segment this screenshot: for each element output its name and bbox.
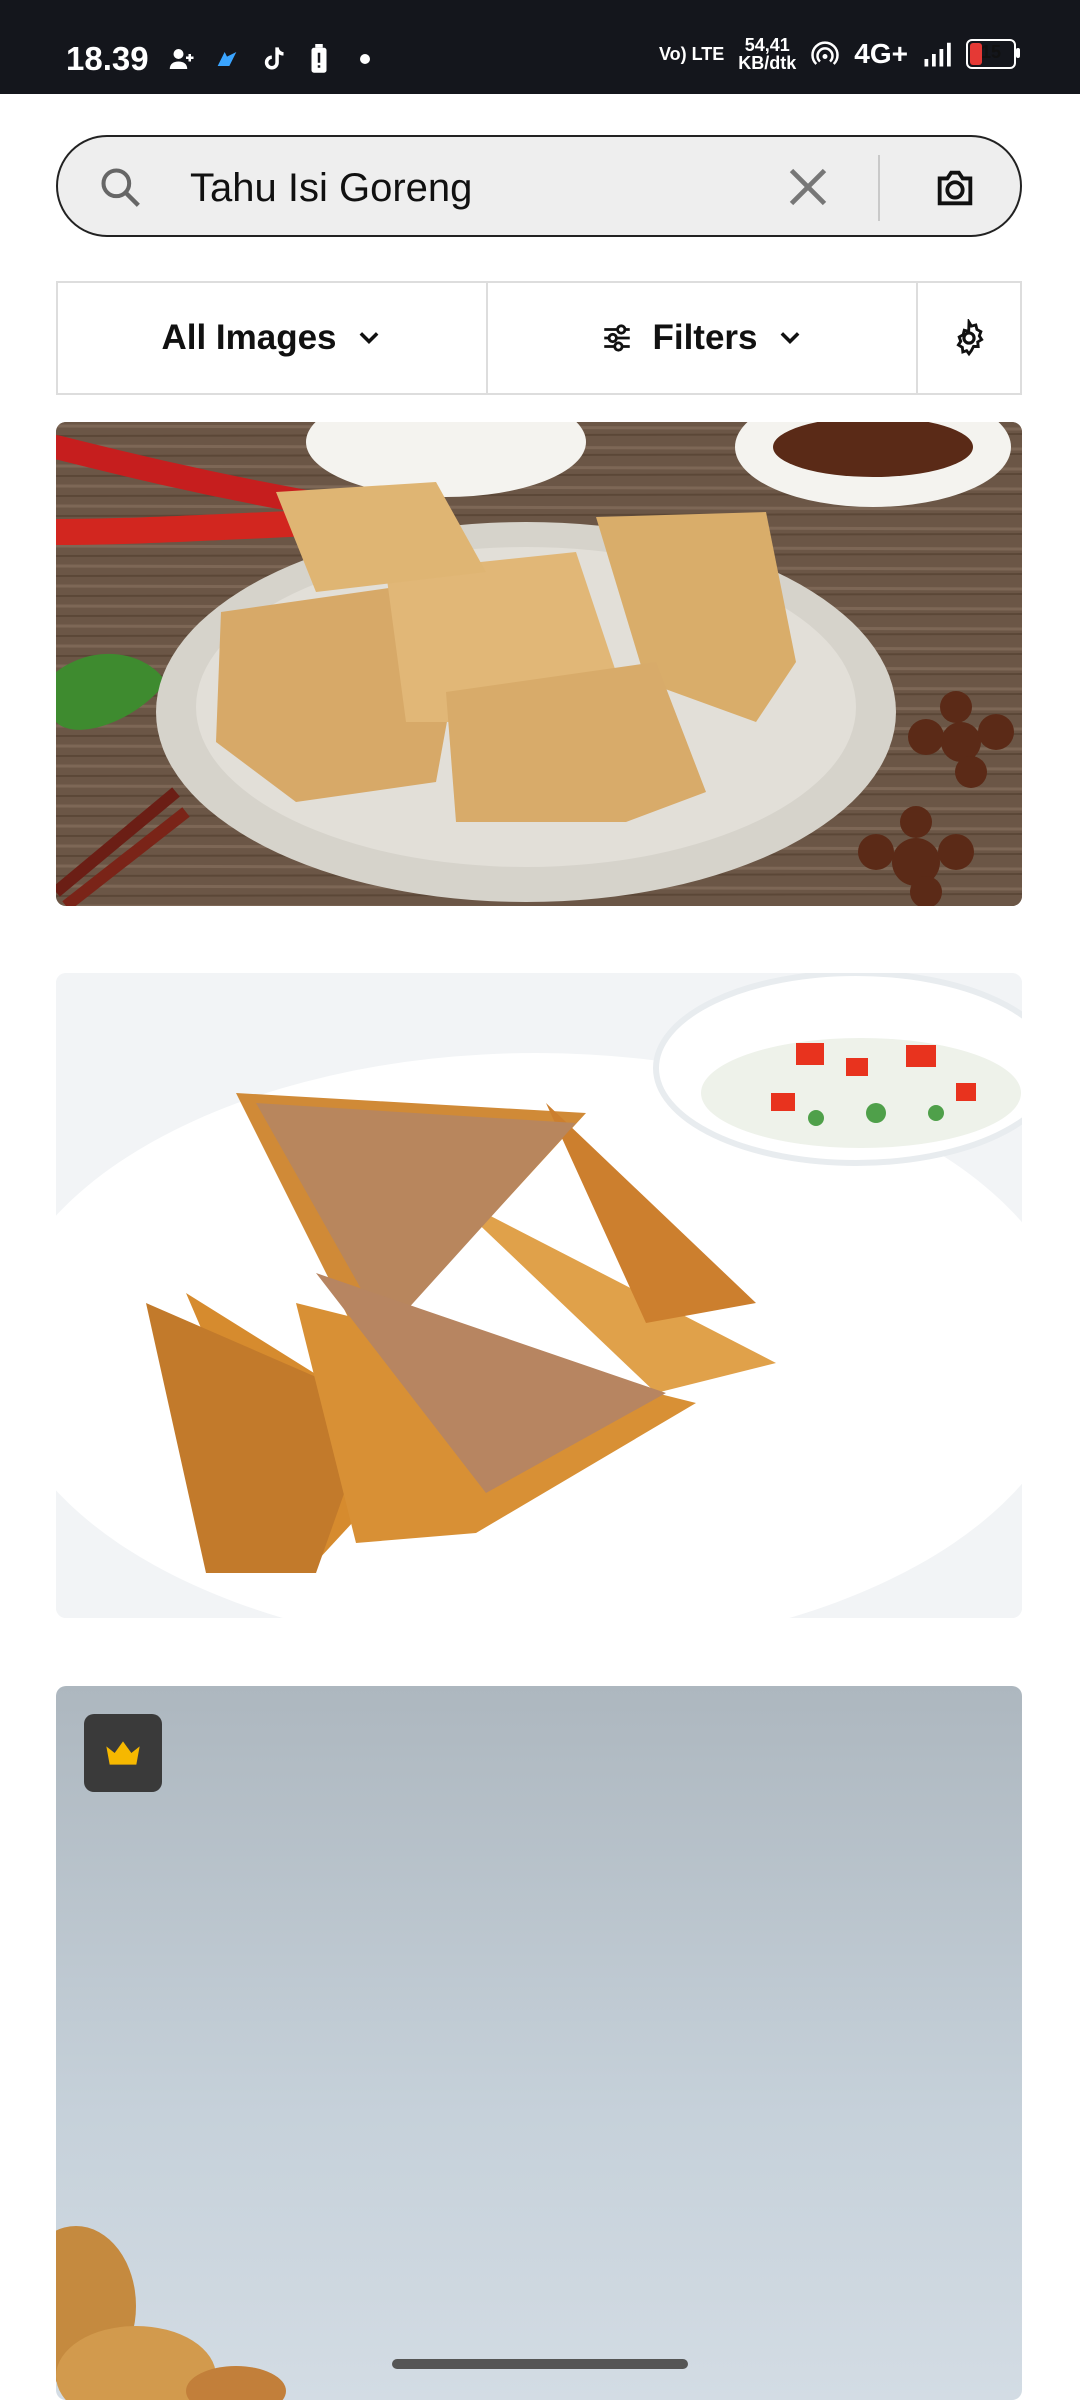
- tiktok-icon: [258, 44, 288, 74]
- app-notification-icon: [212, 44, 242, 74]
- result-image-2[interactable]: [56, 973, 1022, 1618]
- chevron-down-icon: [359, 332, 378, 344]
- home-indicator[interactable]: [392, 2359, 688, 2369]
- status-time: 18.39: [66, 40, 149, 77]
- dot-icon: [350, 44, 380, 74]
- network-type: 4G+: [854, 38, 908, 69]
- notification-icons: [166, 44, 380, 74]
- status-bar: 18.39 Vo) LTE 54,41 KB/dtk 4G+ 15: [0, 0, 1080, 94]
- filters-label: Filters: [652, 318, 758, 357]
- premium-food-photo: [56, 2226, 286, 2400]
- chevron-down-icon: [780, 332, 799, 344]
- sliders-icon: [604, 324, 631, 352]
- search-divider: [878, 155, 880, 221]
- signal-icon: [922, 39, 952, 69]
- filter-bar: All Images Filters: [56, 281, 1022, 395]
- all-images-dropdown[interactable]: All Images: [58, 283, 488, 393]
- premium-badge: [84, 1714, 162, 1792]
- crown-icon: [106, 1741, 140, 1765]
- result-image-3[interactable]: [56, 1686, 1022, 2400]
- search-bar[interactable]: [56, 135, 1022, 237]
- battery-percent: 15: [980, 42, 1002, 62]
- fried-tofu-photo: [56, 422, 1022, 906]
- all-images-label: All Images: [161, 318, 337, 357]
- system-status: Vo) LTE 54,41 KB/dtk 4G+ 15: [658, 36, 1020, 72]
- search-icon: [101, 168, 140, 207]
- gear-icon: [956, 319, 984, 357]
- close-icon[interactable]: [786, 165, 830, 209]
- battery-alert-icon: [304, 44, 334, 74]
- user-add-icon: [166, 44, 196, 74]
- search-input[interactable]: [188, 159, 792, 217]
- settings-button[interactable]: [918, 283, 1020, 393]
- data-speed-value: 54,41: [744, 35, 790, 55]
- volte-indicator: Vo) LTE: [658, 44, 725, 64]
- result-image-1[interactable]: [56, 422, 1022, 906]
- filters-dropdown[interactable]: Filters: [488, 283, 918, 393]
- hotspot-icon: [810, 39, 840, 69]
- camera-icon[interactable]: [932, 165, 978, 211]
- data-speed-unit: KB/dtk: [738, 53, 797, 73]
- stuffed-tofu-photo: [56, 973, 1022, 1618]
- data-speed: 54,41 KB/dtk: [738, 36, 796, 72]
- battery-indicator: 15: [966, 39, 1020, 69]
